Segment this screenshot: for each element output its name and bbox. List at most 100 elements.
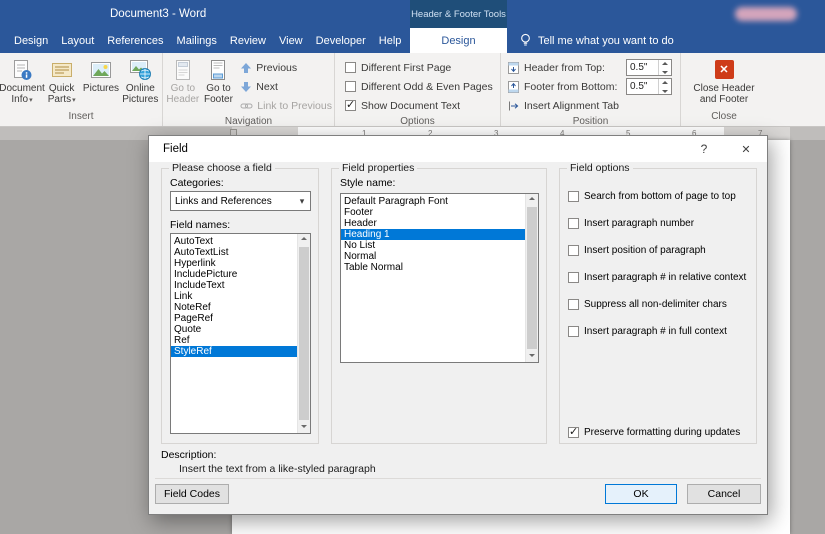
checkbox-box[interactable] <box>345 81 356 92</box>
checkbox-insert-position-of-paragraph[interactable]: Insert position of paragraph <box>568 237 750 264</box>
stepper-up-icon[interactable] <box>659 79 671 87</box>
list-item-heading-1[interactable]: Heading 1 <box>341 229 525 240</box>
document-info-button[interactable]: Document Info <box>2 53 42 110</box>
list-item-link[interactable]: Link <box>171 291 297 302</box>
list-item-default-paragraph-font[interactable]: Default Paragraph Font <box>341 196 525 207</box>
list-item-ref[interactable]: Ref <box>171 335 297 346</box>
document-info-icon <box>11 56 33 83</box>
style-name-scrollbar[interactable] <box>525 194 538 362</box>
list-item-autotext[interactable]: AutoText <box>171 236 297 247</box>
dialog-titlebar[interactable]: Field <box>149 136 767 162</box>
insert-alignment-tab-label: Insert Alignment Tab <box>524 100 619 112</box>
dropdown-arrow-icon[interactable] <box>294 195 310 207</box>
contextual-tab-group-header: Header & Footer Tools <box>410 0 507 28</box>
tab-design[interactable]: Design <box>14 35 48 47</box>
field-names-listbox[interactable]: AutoTextAutoTextListHyperlinkIncludePict… <box>170 233 311 434</box>
stepper-down-icon[interactable] <box>659 68 671 76</box>
tab-help[interactable]: Help <box>379 35 402 47</box>
checkbox-insert-paragraph-number[interactable]: Insert paragraph number <box>568 210 750 237</box>
list-item-hyperlink[interactable]: Hyperlink <box>171 258 297 269</box>
scroll-up-icon[interactable] <box>526 194 538 206</box>
checkbox-box[interactable] <box>568 218 579 229</box>
go-to-header-button[interactable]: Go to Header <box>165 53 201 115</box>
tab-developer[interactable]: Developer <box>316 35 366 47</box>
list-item-pageref[interactable]: PageRef <box>171 313 297 324</box>
checkbox-box[interactable] <box>568 326 579 337</box>
close-header-footer-button[interactable]: Close Header and Footer <box>688 53 760 110</box>
list-item-quote[interactable]: Quote <box>171 324 297 335</box>
stepper-up-icon[interactable] <box>659 60 671 68</box>
checkbox-box[interactable] <box>568 272 579 283</box>
online-pictures-button[interactable]: Online Pictures <box>121 53 160 110</box>
tab-design-contextual[interactable]: Design <box>410 28 507 53</box>
header-from-top-value[interactable]: 0.5" <box>627 60 658 75</box>
checkbox-insert-paragraph-in-full-context[interactable]: Insert paragraph # in full context <box>568 318 750 345</box>
lightbulb-icon <box>519 33 532 48</box>
tab-review[interactable]: Review <box>230 35 266 47</box>
list-item-footer[interactable]: Footer <box>341 207 525 218</box>
list-item-normal[interactable]: Normal <box>341 251 525 262</box>
previous-icon <box>240 62 252 74</box>
list-item-no-list[interactable]: No List <box>341 240 525 251</box>
tell-me-box[interactable]: Tell me what you want to do <box>519 28 674 53</box>
checkbox-label: Search from bottom of page to top <box>584 191 736 202</box>
list-item-table-normal[interactable]: Table Normal <box>341 262 525 273</box>
pictures-button[interactable]: Pictures <box>81 53 120 110</box>
tab-layout[interactable]: Layout <box>61 35 94 47</box>
link-to-previous-button[interactable]: Link to Previous <box>240 96 332 115</box>
field-codes-button[interactable]: Field Codes <box>155 484 229 504</box>
cancel-button[interactable]: Cancel <box>687 484 761 504</box>
list-item-styleref[interactable]: StyleRef <box>171 346 297 357</box>
scrollbar-thumb[interactable] <box>299 247 309 420</box>
categories-label: Categories: <box>170 177 224 189</box>
list-item-includetext[interactable]: IncludeText <box>171 280 297 291</box>
group-label-insert: Insert <box>0 110 162 126</box>
field-names-scrollbar[interactable] <box>297 234 310 433</box>
dialog-close-button[interactable] <box>725 136 767 162</box>
header-from-top-stepper[interactable]: 0.5" <box>626 59 672 76</box>
footer-from-bottom-icon <box>507 80 520 94</box>
dialog-help-button[interactable] <box>683 136 725 162</box>
tab-references[interactable]: References <box>107 35 163 47</box>
checkbox-box[interactable] <box>345 100 356 111</box>
ribbon-tab-row: Design Layout References Mailings Review View… <box>0 28 825 53</box>
choose-field-group: Please choose a field Categories: Links … <box>161 168 319 444</box>
footer-divider <box>155 478 761 479</box>
scroll-down-icon[interactable] <box>298 421 310 433</box>
list-item-noteref[interactable]: NoteRef <box>171 302 297 313</box>
scrollbar-thumb[interactable] <box>527 207 537 349</box>
next-button[interactable]: Next <box>240 77 332 96</box>
checkbox-insert-paragraph-in-relative-context[interactable]: Insert paragraph # in relative context <box>568 264 750 291</box>
checkbox-box[interactable] <box>568 427 579 438</box>
ribbon: Document Info Quick Parts Pictures Onlin… <box>0 53 825 127</box>
checkbox-search-from-bottom-of-page-to-top[interactable]: Search from bottom of page to top <box>568 183 750 210</box>
scroll-down-icon[interactable] <box>526 350 538 362</box>
tab-mailings[interactable]: Mailings <box>177 35 217 47</box>
scroll-up-icon[interactable] <box>298 234 310 246</box>
footer-from-bottom-stepper[interactable]: 0.5" <box>626 78 672 95</box>
list-item-includepicture[interactable]: IncludePicture <box>171 269 297 280</box>
stepper-down-icon[interactable] <box>659 87 671 95</box>
insert-alignment-tab-button[interactable]: Insert Alignment Tab <box>507 96 672 115</box>
go-to-footer-button[interactable]: Go to Footer <box>201 53 237 115</box>
document-area: 1234567 Field Please choose a field Cate… <box>0 127 825 534</box>
checkbox-suppress-all-non-delimiter-chars[interactable]: Suppress all non-delimiter chars <box>568 291 750 318</box>
checkbox-box[interactable] <box>345 62 356 73</box>
checkbox-box[interactable] <box>568 191 579 202</box>
footer-from-bottom-value[interactable]: 0.5" <box>627 79 658 94</box>
checkbox-different-odd-even-pages[interactable]: Different Odd & Even Pages <box>345 77 493 96</box>
go-to-header-icon <box>173 56 193 83</box>
tab-view[interactable]: View <box>279 35 303 47</box>
ok-button[interactable]: OK <box>605 484 677 504</box>
checkbox-preserve-formatting-during-updates[interactable]: Preserve formatting during updates <box>568 427 740 438</box>
previous-button[interactable]: Previous <box>240 58 332 77</box>
checkbox-box[interactable] <box>568 299 579 310</box>
list-item-header[interactable]: Header <box>341 218 525 229</box>
list-item-autotextlist[interactable]: AutoTextList <box>171 247 297 258</box>
checkbox-box[interactable] <box>568 245 579 256</box>
categories-dropdown[interactable]: Links and References <box>170 191 311 211</box>
quick-parts-button[interactable]: Quick Parts <box>42 53 81 110</box>
style-name-listbox[interactable]: Default Paragraph FontFooterHeaderHeadin… <box>340 193 539 363</box>
checkbox-different-first-page[interactable]: Different First Page <box>345 58 493 77</box>
checkbox-show-document-text[interactable]: Show Document Text <box>345 96 493 115</box>
